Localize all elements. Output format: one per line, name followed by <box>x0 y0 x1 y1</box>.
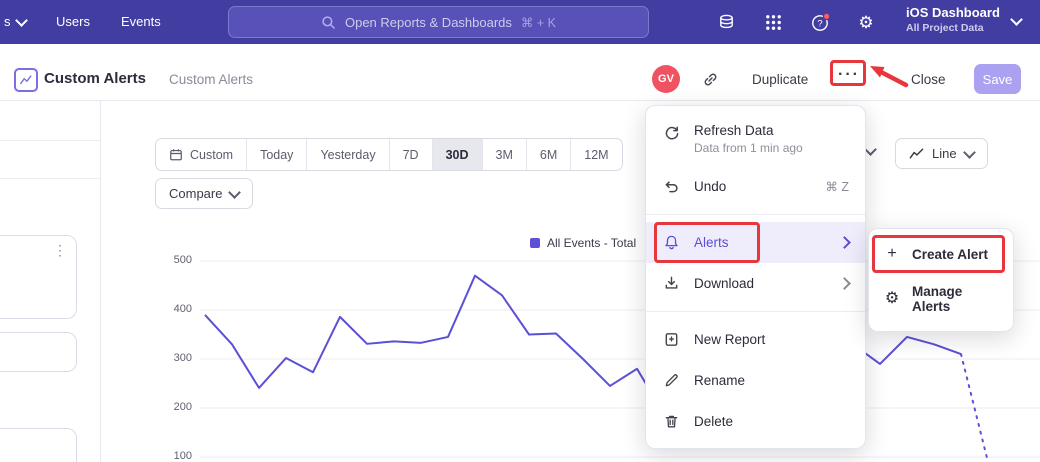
gear-icon: ⚙ <box>883 291 901 307</box>
settings-gear-icon[interactable]: ⚙ <box>855 11 877 33</box>
range-yesterday[interactable]: Yesterday <box>306 139 388 170</box>
range-30d-selected[interactable]: 30D <box>432 139 482 170</box>
page-title: Custom Alerts <box>44 70 146 87</box>
menu-item-label: Download <box>694 276 754 291</box>
trash-icon <box>662 412 681 431</box>
compare-button[interactable]: Compare <box>155 178 253 209</box>
new-report-icon <box>662 330 681 349</box>
nav-item-users[interactable]: Users <box>56 14 90 29</box>
help-icon[interactable]: ? <box>809 11 831 33</box>
global-search-bar[interactable]: Open Reports & Dashboards ⌘ + K <box>228 6 649 38</box>
menu-item-new-report[interactable]: New Report <box>646 319 865 360</box>
range-12m[interactable]: 12M <box>570 139 621 170</box>
chevron-down-icon <box>229 186 242 199</box>
menu-item-sublabel: Data from 1 min ago <box>694 141 803 155</box>
project-scope: All Project Data <box>906 22 1000 34</box>
legend-label: All Events - Total <box>547 236 636 250</box>
calendar-icon <box>169 147 183 162</box>
y-axis-tick: 400 <box>156 303 192 315</box>
menu-item-rename[interactable]: Rename <box>646 360 865 401</box>
nav-partial-label: s <box>4 14 11 29</box>
chevron-down-icon <box>15 14 28 27</box>
nav-item-events[interactable]: Events <box>121 14 161 29</box>
project-chevron-down-icon <box>1010 13 1023 26</box>
more-dots-icon: ··· <box>838 66 860 83</box>
search-icon <box>321 15 336 30</box>
copy-link-icon[interactable] <box>702 71 719 88</box>
menu-item-alerts[interactable]: Alerts <box>646 222 865 263</box>
nav-item-boards-partial[interactable]: s <box>4 14 26 29</box>
submenu-item-label: Manage Alerts <box>912 284 999 314</box>
more-options-menu: Refresh Data Data from 1 min ago Undo ⌘ … <box>645 105 866 449</box>
submenu-item-manage-alerts[interactable]: ⚙ Manage Alerts <box>869 273 1013 325</box>
menu-item-label: Delete <box>694 414 733 429</box>
chart-type-button[interactable]: Line <box>895 138 988 169</box>
download-icon <box>662 274 681 293</box>
bell-icon <box>662 233 681 252</box>
more-options-button[interactable]: ··· <box>838 66 860 84</box>
menu-item-undo[interactable]: Undo ⌘ Z <box>646 166 865 207</box>
menu-divider <box>646 311 865 312</box>
top-navbar: s Users Events Open Reports & Dashboards… <box>0 0 1040 44</box>
chart-type-label: Line <box>932 146 957 161</box>
annotation-arrow <box>856 56 918 96</box>
save-button[interactable]: Save <box>974 64 1021 94</box>
report-header: Custom Alerts Custom Alerts GV Duplicate… <box>0 44 1040 101</box>
menu-divider <box>646 214 865 215</box>
menu-item-label: New Report <box>694 332 765 347</box>
apps-grid-icon[interactable] <box>762 11 784 33</box>
project-selector[interactable]: iOS Dashboard All Project Data <box>906 5 1000 34</box>
range-6m[interactable]: 6M <box>526 139 570 170</box>
alerts-submenu: + Create Alert ⚙ Manage Alerts <box>868 228 1014 332</box>
menu-item-download[interactable]: Download <box>646 263 865 304</box>
project-name: iOS Dashboard <box>906 5 1000 20</box>
report-type-icon <box>14 68 38 92</box>
menu-item-label: Rename <box>694 373 745 388</box>
undo-icon <box>662 177 681 196</box>
menu-item-shortcut: ⌘ Z <box>825 179 849 194</box>
y-axis-tick: 200 <box>156 401 192 413</box>
chevron-down-icon <box>963 146 976 159</box>
range-custom[interactable]: Custom <box>156 139 246 170</box>
compare-label: Compare <box>169 186 222 201</box>
range-today[interactable]: Today <box>246 139 306 170</box>
menu-item-delete[interactable]: Delete <box>646 401 865 442</box>
line-chart-icon <box>909 146 924 161</box>
search-shortcut: ⌘ + K <box>521 15 556 30</box>
svg-text:?: ? <box>817 18 822 29</box>
data-management-icon[interactable] <box>715 11 737 33</box>
submenu-item-label: Create Alert <box>912 247 988 262</box>
legend-swatch <box>530 238 540 248</box>
menu-item-label: Alerts <box>694 235 729 250</box>
menu-item-refresh-data[interactable]: Refresh Data Data from 1 min ago <box>646 112 865 166</box>
close-button[interactable]: Close <box>911 72 946 87</box>
range-7d[interactable]: 7D <box>389 139 432 170</box>
breadcrumb: Custom Alerts <box>169 72 253 87</box>
duplicate-button[interactable]: Duplicate <box>752 72 808 87</box>
submenu-item-create-alert[interactable]: + Create Alert <box>869 235 1013 273</box>
range-label: Custom <box>190 148 233 162</box>
y-axis-tick: 100 <box>156 450 192 462</box>
y-axis-tick: 500 <box>156 254 192 266</box>
avatar[interactable]: GV <box>652 65 680 93</box>
range-3m[interactable]: 3M <box>482 139 526 170</box>
search-placeholder: Open Reports & Dashboards <box>345 15 512 30</box>
submenu-arrow-icon <box>838 277 851 290</box>
refresh-icon <box>662 124 681 143</box>
plus-icon: + <box>883 246 901 262</box>
menu-item-label: Refresh Data <box>694 123 803 138</box>
menu-item-label: Undo <box>694 179 726 194</box>
y-axis-tick: 300 <box>156 352 192 364</box>
chart-legend[interactable]: All Events - Total <box>530 236 636 250</box>
app-screen: s Users Events Open Reports & Dashboards… <box>0 0 1040 462</box>
pencil-icon <box>662 371 681 390</box>
submenu-arrow-icon <box>838 236 851 249</box>
date-range-control: Custom Today Yesterday 7D 30D 3M 6M 12M <box>155 138 623 171</box>
